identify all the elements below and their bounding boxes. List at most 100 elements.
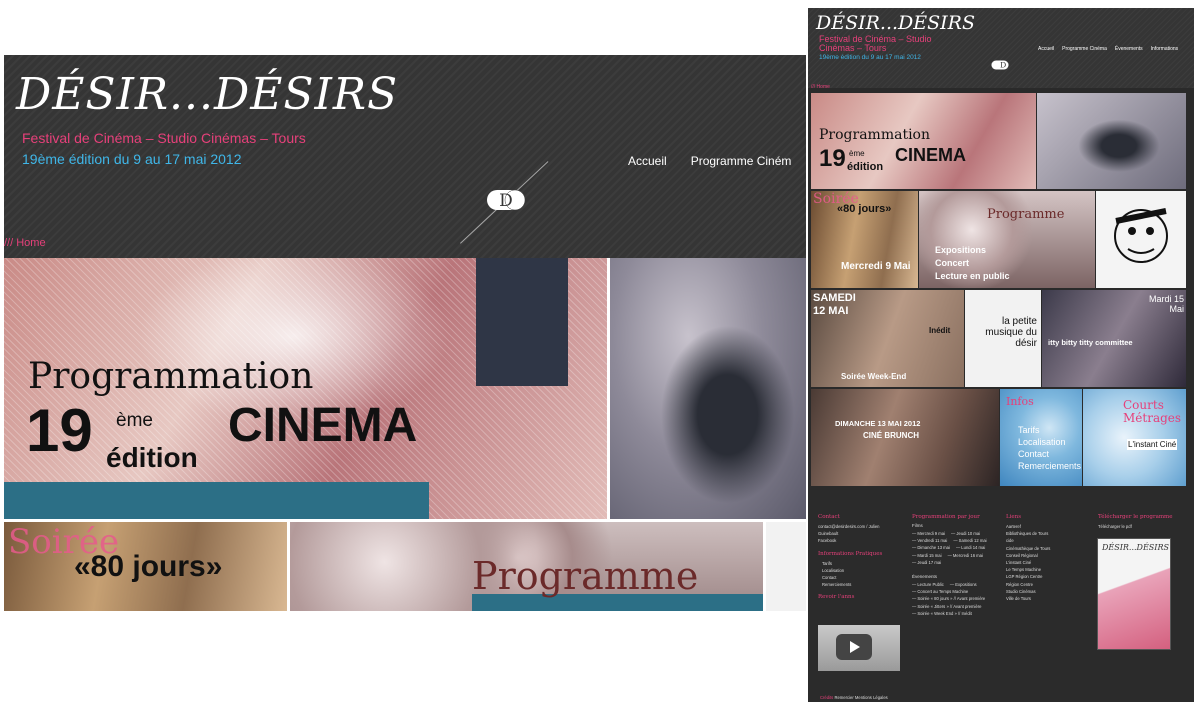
hero-number: 19: [26, 397, 93, 464]
thumb-tile-mardi[interactable]: Mardi 15 Mai itty bitty titty committee: [1042, 290, 1186, 387]
thumb-nav: Accueil Programme Cinéma Évenements Info…: [1038, 46, 1178, 52]
footer-programmation-column: Programmation par jour Films — Mercredi …: [912, 514, 987, 617]
footer-lien[interactable]: Bibliothèques de Tours: [1006, 530, 1050, 537]
play-icon[interactable]: [836, 634, 872, 660]
footer-link-tarifs[interactable]: Tarifs: [818, 560, 882, 567]
hero-edition: édition: [106, 442, 198, 473]
footer-event-link[interactable]: — Soirée « Jitters » // Avant première: [912, 603, 987, 610]
nav-programme-cinema[interactable]: Programme Ciném: [691, 154, 792, 168]
footer-day-link[interactable]: — Jeudi 10 mai: [951, 530, 980, 537]
thumb-tarifs-label: Tarifs: [1018, 425, 1040, 435]
thumb-d-logo-icon: D: [991, 60, 1009, 70]
footer-credits-link[interactable]: Crédits: [820, 695, 833, 700]
thumb-tile-illustration[interactable]: [1096, 191, 1186, 288]
hero-title: Programmation: [28, 356, 314, 397]
thumb-localisation-label: Localisation: [1018, 437, 1066, 447]
footer-link-localisation[interactable]: Localisation: [818, 567, 882, 574]
footer-lien[interactable]: Conseil Régional: [1006, 552, 1050, 559]
zoomed-page-view: DÉSIR...DÉSIRS Festival de Cinéma – Stud…: [4, 55, 806, 611]
footer-revoir-heading: Revoir l'anns: [818, 594, 855, 601]
tile-80-jours-label: «80 jours»: [74, 550, 223, 583]
footer-email-link[interactable]: contact@desirdesirs.com / Julien: [818, 523, 882, 530]
d-logo-icon: D: [487, 189, 526, 211]
hero-teal-bar: [4, 482, 429, 519]
footer-liens-heading: Liens: [1006, 514, 1022, 520]
thumb-edition: 19ème édition du 9 au 17 mai 2012: [819, 54, 921, 61]
site-subtitle: Festival de Cinéma – Studio Cinémas – To…: [22, 130, 306, 146]
footer-event-link[interactable]: — Lecture Public: [912, 581, 944, 588]
thumb-courts-label: Courts Métrages: [1123, 398, 1182, 425]
thumb-mercredi-label: Mercredi 9 Mai: [841, 261, 911, 272]
footer-lien[interactable]: Cinémathèque de Tours: [1006, 545, 1050, 552]
thumb-petite-label: la petite musique du désir: [985, 316, 1037, 349]
thumb-nav-evenements[interactable]: Évenements: [1115, 46, 1143, 52]
footer-lien[interactable]: Région Centre: [1006, 581, 1050, 588]
nav-accueil[interactable]: Accueil: [628, 154, 667, 168]
footer-event-link[interactable]: — Concert au Temps Machine: [912, 588, 987, 595]
thumb-tile-programmation[interactable]: Programmation 19 ème édition CINEMA: [811, 93, 1036, 189]
thumb-tile-sup: ème: [849, 149, 865, 158]
footer-download-link[interactable]: Télécharger le pdf: [1098, 523, 1173, 530]
thumb-nav-informations[interactable]: Informations: [1151, 46, 1179, 52]
footer-day-link[interactable]: — Dimanche 13 mai: [912, 544, 950, 551]
thumb-tile-infos[interactable]: Infos Tarifs Localisation Contact Remerc…: [1000, 389, 1082, 486]
thumb-tile-samedi[interactable]: SAMEDI 12 MAI Inédit Soirée Week-End: [811, 290, 964, 387]
thumb-nav-programme[interactable]: Programme Cinéma: [1062, 46, 1107, 52]
footer-contact-column: Contact contact@desirdesirs.com / Julien…: [818, 514, 882, 603]
face-illustration-icon: [1114, 208, 1168, 263]
site-logo[interactable]: DÉSIR...DÉSIRS: [16, 69, 398, 120]
programme-poster-image[interactable]: DÉSIR...DÉSIRS: [1097, 538, 1171, 650]
footer-lien[interactable]: Studio Cinémas: [1006, 588, 1050, 595]
thumb-itty-label: itty bitty titty committee: [1048, 338, 1133, 347]
footer-day-link[interactable]: — Jeudi 17 mai: [912, 559, 941, 566]
thumb-tile-programme[interactable]: Programme Expositions Concert Lecture en…: [919, 191, 1095, 288]
footer-legal-links[interactable]: Remercier Mentions Légales: [834, 695, 887, 700]
full-page-thumbnail: DÉSIR...DÉSIRS Festival de Cinéma – Stud…: [808, 8, 1194, 702]
thumb-tile-dimanche[interactable]: DIMANCHE 13 MAI 2012 CINÉ BRUNCH: [811, 389, 999, 486]
svg-text:D: D: [499, 191, 513, 211]
hero-navy-block: [476, 258, 568, 386]
thumb-brunch-label: CINÉ BRUNCH: [863, 431, 919, 440]
thumb-logo[interactable]: DÉSIR...DÉSIRS: [816, 12, 975, 34]
tile-soiree-80-jours[interactable]: Soirée «80 jours»: [4, 522, 287, 611]
thumb-tile-image[interactable]: [1037, 93, 1186, 189]
footer-event-link[interactable]: — Soirée « 80 jours » // Avant première: [912, 595, 987, 602]
footer-prog-heading: Programmation par jour: [912, 514, 980, 520]
breadcrumb[interactable]: /// Home: [4, 237, 46, 249]
thumb-tile-petite-musique[interactable]: la petite musique du désir: [965, 290, 1041, 387]
footer-facebook-link[interactable]: Facebook: [818, 537, 882, 544]
footer-lien[interactable]: cide: [1006, 537, 1050, 544]
footer-lien[interactable]: Le Temps Machine: [1006, 566, 1050, 573]
footer-link-remerciements[interactable]: Remerciements: [818, 581, 882, 588]
footer-day-link[interactable]: — Vendredi 11 mai: [912, 537, 947, 544]
footer-event-link[interactable]: — Soirée « Week End » // Inédit: [912, 610, 987, 617]
tile-programme[interactable]: Programme: [290, 522, 763, 611]
footer-day-link[interactable]: — Samedi 12 mai: [953, 537, 986, 544]
tile-programme-label: Programme: [472, 554, 699, 598]
hero-superscript: ème: [116, 410, 153, 431]
footer-lien[interactable]: Ville de Tours: [1006, 595, 1050, 602]
thumb-tile-soiree[interactable]: Soirée «80 jours» Mercredi 9 Mai: [811, 191, 918, 288]
footer-day-link[interactable]: — Lundi 14 mai: [956, 544, 985, 551]
footer-video-thumbnail[interactable]: [818, 625, 900, 671]
thumb-lecture-label: Lecture en public: [935, 271, 1010, 281]
site-header: DÉSIR...DÉSIRS Festival de Cinéma – Stud…: [4, 55, 806, 258]
footer-link-contact[interactable]: Contact: [818, 574, 882, 581]
main-nav: Accueil Programme Ciném: [628, 154, 791, 168]
footer-day-link[interactable]: — Mercredi 9 mai: [912, 530, 945, 537]
thumb-tile-cinema: CINEMA: [895, 145, 966, 165]
hero-banner[interactable]: Programmation 19 ème édition CINEMA: [4, 258, 806, 519]
footer-lien[interactable]: Aarteref: [1006, 523, 1050, 530]
footer-event-link[interactable]: — Expositions: [950, 581, 977, 588]
footer-lien[interactable]: L'instant Ciné: [1006, 559, 1050, 566]
thumb-programme-label: Programme: [987, 207, 1065, 222]
thumb-tile-courts-metrages[interactable]: Courts Métrages L'instant Ciné: [1083, 389, 1186, 486]
hero-cinema: CINEMA: [228, 399, 418, 452]
footer-infos-heading: Informations Pratiques: [818, 550, 883, 557]
footer-day-link[interactable]: — Mercredi 16 mai: [948, 552, 983, 559]
tile-illustration-partial[interactable]: [766, 522, 806, 611]
thumb-breadcrumb[interactable]: /// Home: [811, 84, 830, 90]
footer-day-link[interactable]: — Mardi 15 mai: [912, 552, 942, 559]
footer-lien[interactable]: LGP Région Centre: [1006, 573, 1050, 580]
thumb-nav-accueil[interactable]: Accueil: [1038, 46, 1054, 52]
